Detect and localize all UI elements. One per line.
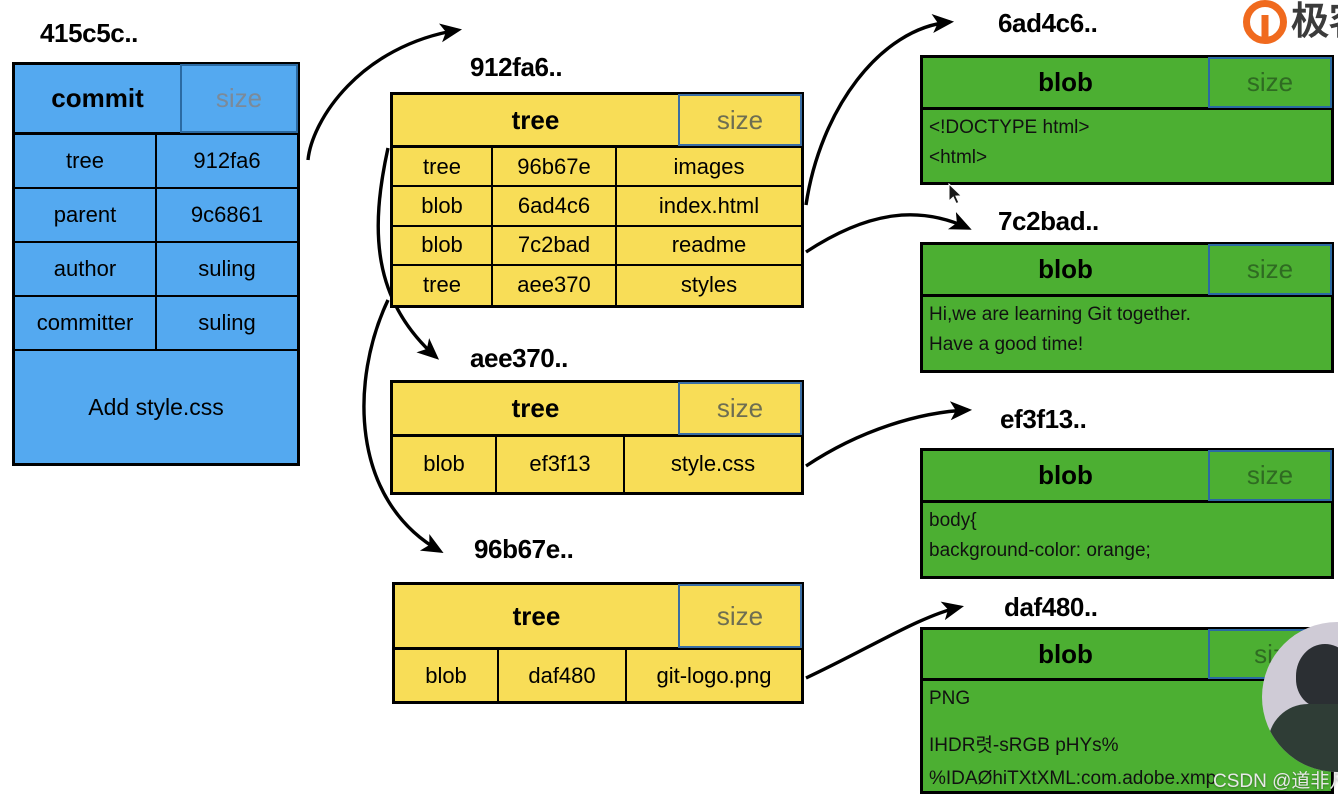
commit-row-committer[interactable]: committer suling [15, 297, 297, 351]
tree-96b67e-box[interactable]: tree size blob daf480 git-logo.png [392, 582, 804, 704]
commit-box[interactable]: commit size tree 912fa6 parent 9c6861 au… [12, 62, 300, 466]
blob-6ad4c6-header: blob size [923, 57, 1332, 110]
commit-type-label: commit [51, 83, 144, 113]
tree-912fa6-title: 912fa6.. [470, 52, 563, 82]
commit-row-tree-key: tree [15, 135, 157, 187]
tree-aee370-header: tree size [393, 382, 802, 437]
tree-912fa6-entry-2-name: readme [671, 232, 747, 258]
commit-header: commit size [15, 64, 298, 135]
tree-96b67e-entry-0-mode: blob [395, 650, 499, 701]
blob-7c2bad-content: Hi,we are learning Git together. Have a … [923, 297, 1331, 357]
tree-912fa6-header: tree size [393, 94, 802, 148]
tree-aee370-box[interactable]: tree size blob ef3f13 style.css [390, 380, 804, 495]
blob-6ad4c6-content: <!DOCTYPE html> <html> [923, 110, 1331, 170]
geek-logo-icon [1243, 0, 1287, 44]
blob-6ad4c6-line-1: <html> [929, 146, 988, 168]
commit-row-parent-value: 9c6861 [190, 202, 264, 227]
blob-ef3f13-header: blob size [923, 450, 1332, 503]
tree-912fa6-size-label: size [678, 94, 802, 146]
tree-912fa6-entry-1-mode: blob [393, 187, 493, 225]
tree-aee370-entry-0[interactable]: blob ef3f13 style.css [393, 436, 801, 492]
blob-7c2bad-header: blob size [923, 244, 1332, 297]
blob-7c2bad-title: 7c2bad.. [998, 206, 1099, 236]
tree-912fa6-entry-0-hash: 96b67e [493, 148, 617, 186]
tree-912fa6-entry-1[interactable]: blob 6ad4c6 index.html [393, 187, 801, 227]
tree-96b67e-entry-0-name: git-logo.png [656, 662, 772, 688]
commit-row-tree-value: 912fa6 [193, 148, 261, 173]
tree-96b67e-title: 96b67e.. [474, 534, 574, 564]
tree-912fa6-entry-2[interactable]: blob 7c2bad readme [393, 226, 801, 266]
commit-node-title: 415c5c.. [40, 18, 139, 48]
tree-912fa6-entry-0[interactable]: tree 96b67e images [393, 148, 801, 188]
tree-912fa6-box[interactable]: tree size tree 96b67e images blob 6ad4c6… [390, 92, 804, 308]
commit-row-parent-key: parent [15, 189, 157, 241]
geek-logo-text: 极客 [1291, 1, 1338, 43]
blob-6ad4c6-title: 6ad4c6.. [998, 8, 1098, 38]
blob-7c2bad-line-1: Have a good time! [929, 333, 1084, 355]
commit-row-committer-value: suling [198, 310, 256, 335]
tree-912fa6-entry-1-hash: 6ad4c6 [493, 187, 617, 225]
tree-912fa6-entry-2-hash: 7c2bad [493, 226, 617, 264]
blob-ef3f13-content: body{ background-color: orange; [923, 503, 1331, 563]
tree-912fa6-entry-3-hash: aee370 [493, 265, 617, 306]
tree-aee370-title: aee370.. [470, 343, 569, 373]
blob-ef3f13-box[interactable]: blob size body{ background-color: orange… [920, 448, 1334, 579]
commit-row-tree[interactable]: tree 912fa6 [15, 135, 297, 189]
tree-aee370-entry-0-mode: blob [393, 436, 497, 492]
tree-96b67e-header: tree size [395, 584, 802, 650]
tree-912fa6-entry-2-mode: blob [393, 226, 493, 264]
commit-row-parent[interactable]: parent 9c6861 [15, 189, 297, 243]
blob-6ad4c6-type-label: blob [1038, 67, 1093, 97]
blob-ef3f13-line-0: body{ [929, 510, 977, 531]
tree-912fa6-entry-3[interactable]: tree aee370 styles [393, 265, 801, 306]
commit-row-author-key: author [15, 243, 157, 295]
blob-6ad4c6-size-label: size [1208, 57, 1332, 108]
tree-912fa6-type-label: tree [511, 104, 560, 135]
blob-ef3f13-title: ef3f13.. [1000, 404, 1087, 434]
tree-912fa6-entry-3-mode: tree [393, 265, 493, 306]
blob-daf480-title: daf480.. [1004, 592, 1098, 622]
geek-logo-watermark: 极客 [1243, 0, 1338, 44]
tree-96b67e-size-label: size [678, 584, 802, 648]
mouse-cursor-icon [948, 183, 963, 205]
tree-96b67e-type-label: tree [512, 600, 561, 631]
avatar-body-icon [1268, 704, 1338, 772]
blob-ef3f13-line-1: background-color: orange; [929, 539, 1151, 561]
tree-912fa6-entry-3-name: styles [680, 272, 738, 298]
tree-912fa6-entry-0-name: images [673, 153, 745, 179]
blob-ef3f13-type-label: blob [1038, 460, 1093, 490]
blob-7c2bad-line-0: Hi,we are learning Git together. [929, 304, 1191, 325]
blob-7c2bad-size-label: size [1208, 244, 1332, 295]
tree-96b67e-entry-0[interactable]: blob daf480 git-logo.png [395, 650, 801, 701]
tree-aee370-type-label: tree [511, 392, 560, 423]
blob-6ad4c6-line-0: <!DOCTYPE html> [929, 117, 1090, 138]
tree-aee370-entry-0-name: style.css [670, 451, 756, 477]
blob-ef3f13-size-label: size [1208, 450, 1332, 501]
commit-message: Add style.css [88, 393, 224, 420]
blob-daf480-line-2: IHDR렷-sRGB pHYs% [929, 734, 1119, 756]
diagram-canvas: 415c5c.. commit size tree 912fa6 parent … [0, 0, 1338, 794]
commit-row-author-value: suling [198, 256, 256, 281]
csdn-watermark: CSDN @道非凡 [1213, 771, 1338, 792]
tree-912fa6-entry-1-name: index.html [658, 192, 760, 218]
tree-96b67e-entry-0-hash: daf480 [499, 650, 627, 701]
blob-6ad4c6-box[interactable]: blob size <!DOCTYPE html> <html> [920, 55, 1334, 185]
avatar-head-icon [1296, 644, 1338, 708]
tree-aee370-size-label: size [678, 382, 802, 435]
commit-row-committer-key: committer [15, 297, 157, 349]
commit-size-label: size [180, 64, 298, 133]
blob-7c2bad-type-label: blob [1038, 254, 1093, 284]
tree-aee370-entry-0-hash: ef3f13 [497, 436, 625, 492]
tree-912fa6-entry-0-mode: tree [393, 148, 493, 186]
blob-daf480-type-label: blob [1038, 638, 1093, 669]
blob-7c2bad-box[interactable]: blob size Hi,we are learning Git togethe… [920, 242, 1334, 373]
commit-row-author[interactable]: author suling [15, 243, 297, 297]
